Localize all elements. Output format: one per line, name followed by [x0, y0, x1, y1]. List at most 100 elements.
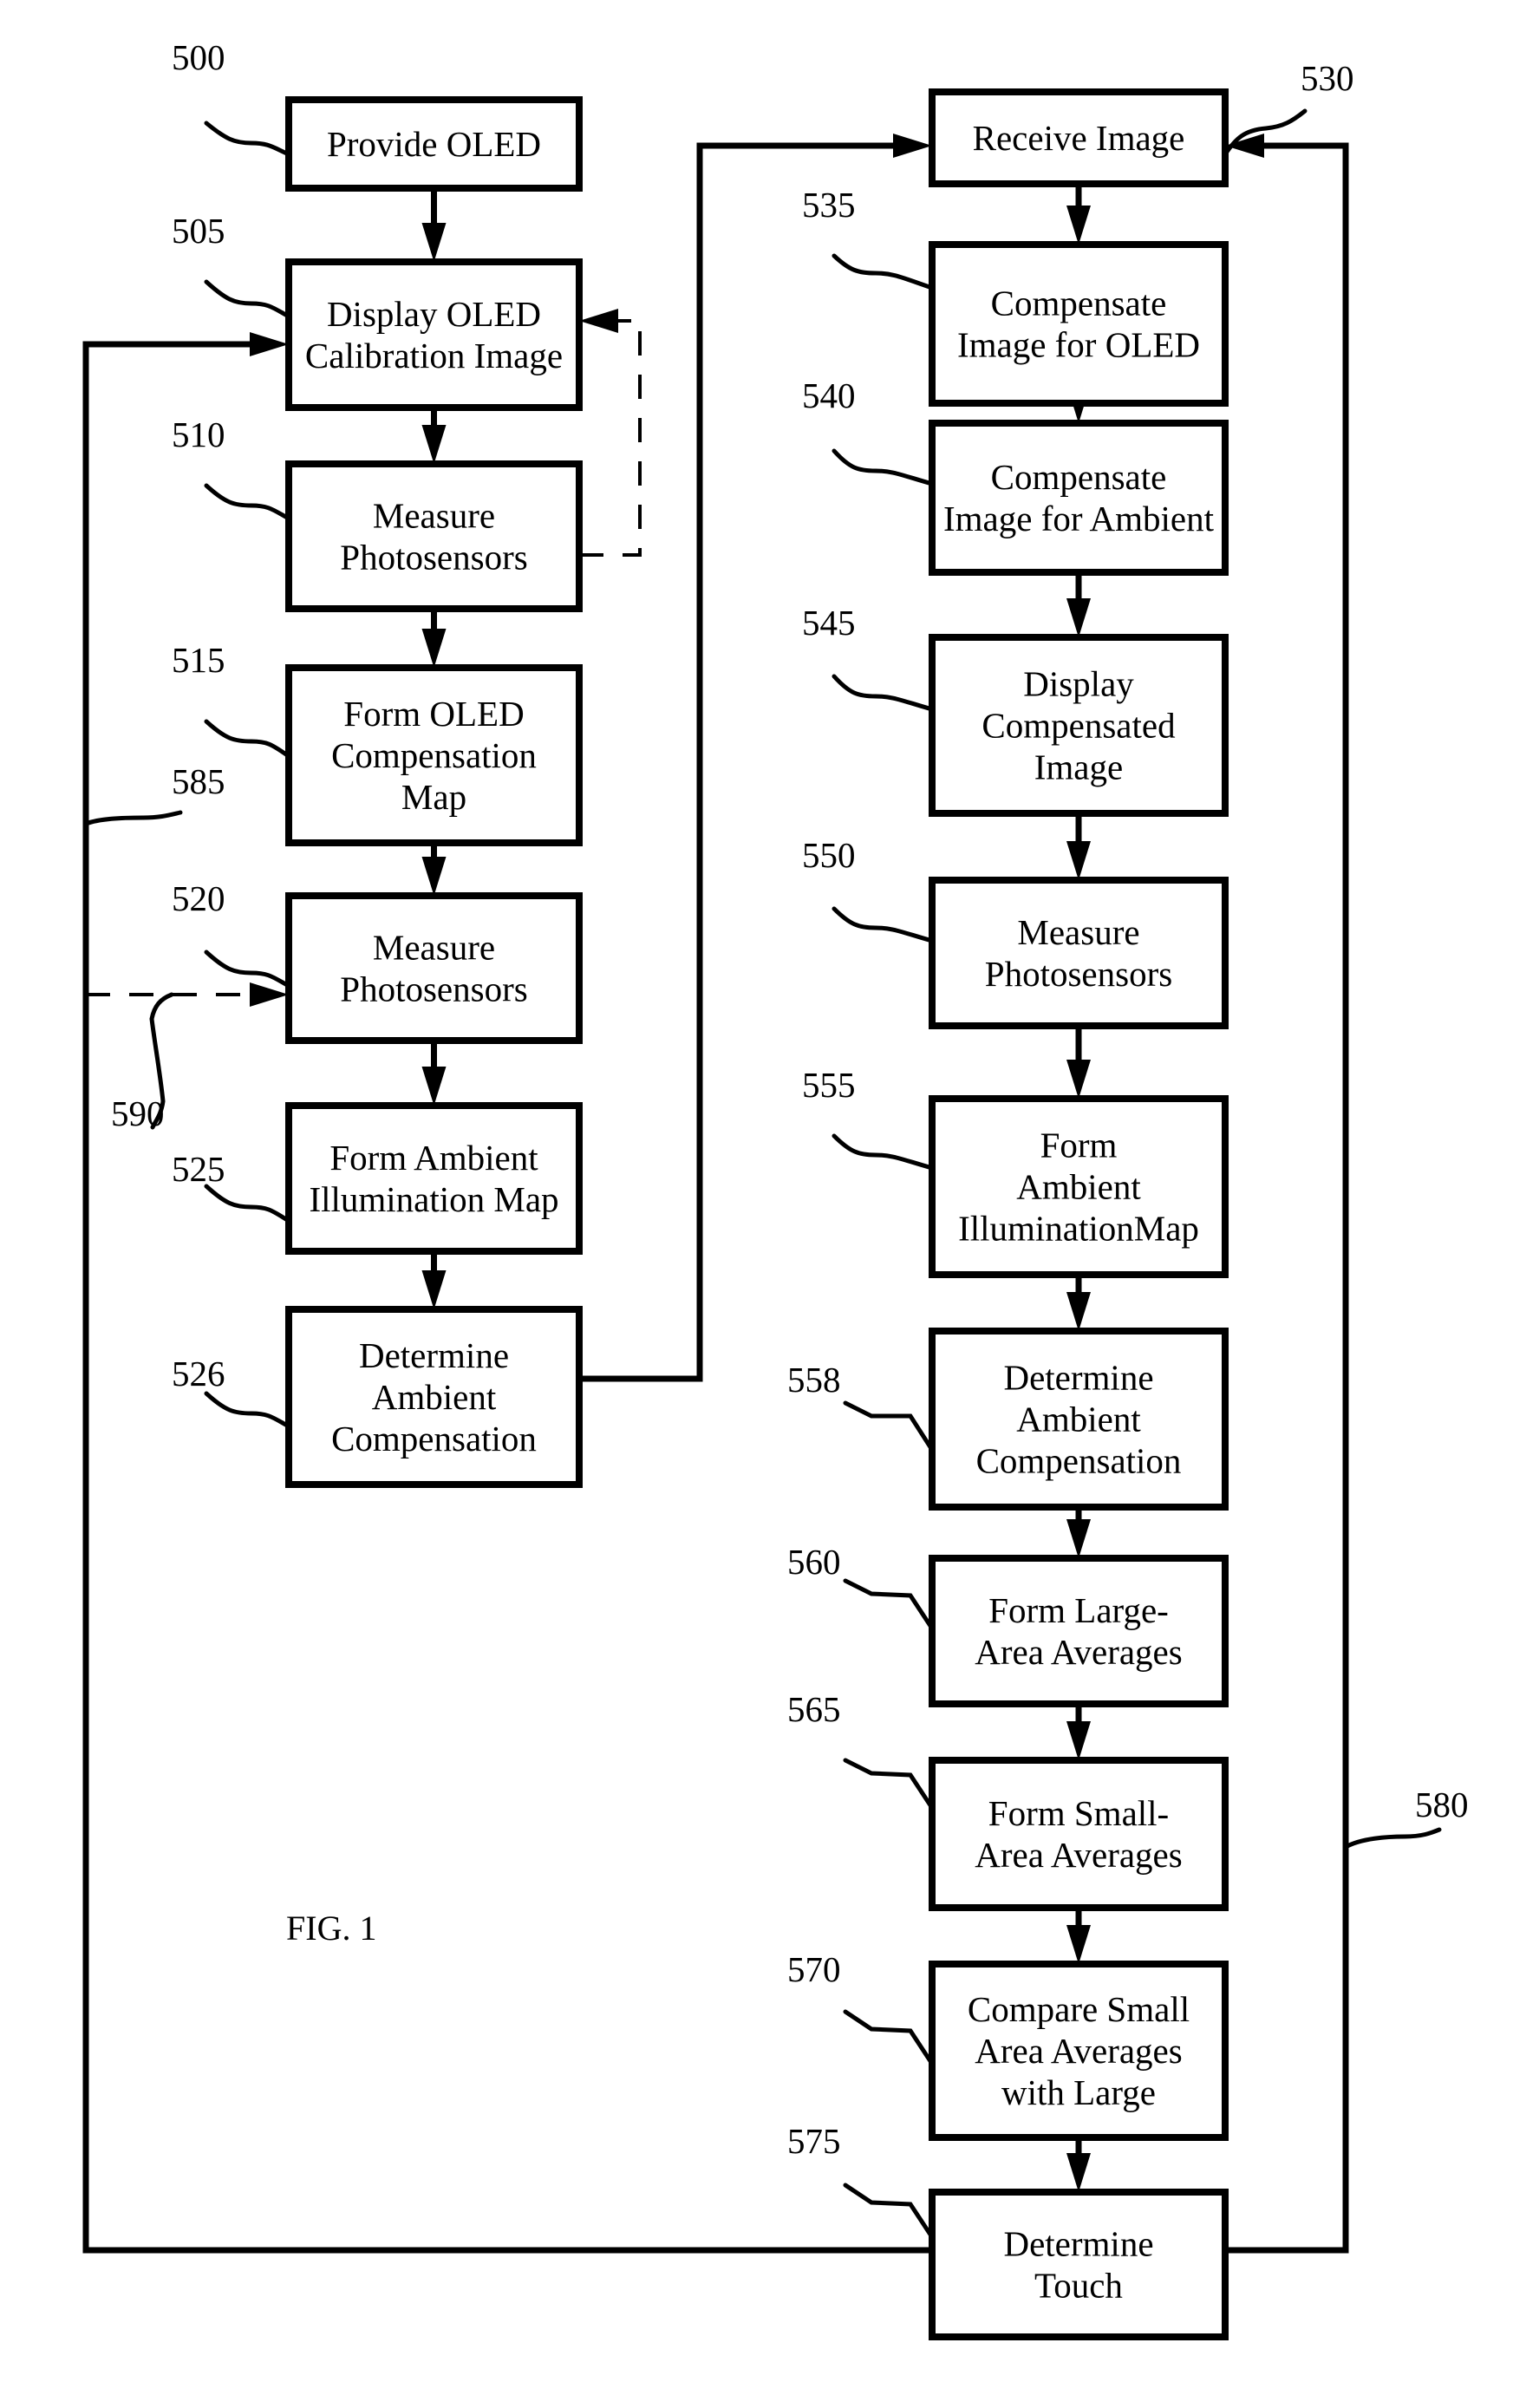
reference-numeral: 580 [1415, 1785, 1469, 1824]
step-label: Illumination Map [309, 1179, 558, 1219]
step-box [285, 258, 583, 411]
leader-line [843, 1400, 935, 1452]
reference-numeral: 575 [787, 2121, 841, 2161]
step-label: IlluminationMap [958, 1209, 1199, 1249]
step-label: Form OLED [343, 694, 524, 734]
step-label: Form Ambient [329, 1138, 538, 1178]
reference-numeral: 526 [172, 1354, 225, 1393]
reference-numeral: 510 [172, 414, 225, 454]
arrowhead-right [893, 134, 932, 158]
step-label: Image [1034, 747, 1123, 787]
ref-540: 540 [802, 375, 935, 486]
leader-line [204, 279, 291, 319]
reference-numeral: 525 [172, 1149, 225, 1189]
ref-580: 580 [1343, 1785, 1469, 1850]
ref-515: 515 [172, 640, 291, 759]
step-box [285, 1102, 583, 1255]
step-label: Compensated [981, 706, 1175, 746]
reference-numeral: 560 [787, 1542, 841, 1582]
step-label: Ambient [372, 1377, 497, 1417]
arrowhead-down [1066, 1292, 1091, 1331]
step-505: Display OLEDCalibration Image [285, 258, 583, 411]
step-label: Photosensors [340, 538, 527, 578]
step-520: MeasurePhotosensors [285, 892, 583, 1044]
arrowhead-down [421, 425, 447, 464]
ref-555: 555 [802, 1065, 935, 1171]
figure-caption: FIG. 1 [286, 1909, 376, 1948]
step-525: Form AmbientIllumination Map [285, 1102, 583, 1255]
arrowhead-down [1066, 598, 1091, 637]
leader-line [83, 810, 183, 826]
dashed-feedback-510-505 [579, 319, 642, 557]
step-box [285, 460, 583, 612]
step-label: Image for OLED [957, 325, 1200, 365]
arrowhead-down [1066, 206, 1091, 245]
step-label: Map [401, 777, 466, 817]
reference-numeral: 515 [172, 640, 225, 680]
step-label: Determine [359, 1335, 509, 1375]
ref-558: 558 [787, 1360, 935, 1452]
ref-525: 525 [172, 1149, 291, 1224]
leader-line [843, 1578, 935, 1631]
leader-line [831, 253, 935, 290]
step-500: Provide OLED [285, 96, 583, 192]
step-label: Form Large- [988, 1590, 1169, 1630]
step-label: Compare Small [968, 1989, 1190, 2029]
step-label: Compensation [331, 735, 537, 775]
reference-numeral: 570 [787, 1949, 841, 1989]
leader-line [204, 949, 291, 989]
reference-numeral: 550 [802, 835, 856, 875]
step-555: FormAmbientIlluminationMap [929, 1095, 1229, 1278]
ref-520: 520 [172, 878, 291, 989]
arrowhead-down [1066, 1925, 1091, 1964]
arrowhead-down [1066, 1721, 1091, 1760]
leader-line [831, 906, 935, 943]
step-label: Display OLED [327, 294, 541, 334]
leader-line [1343, 1827, 1442, 1850]
step-label: Photosensors [340, 969, 527, 1009]
step-label: Provide OLED [327, 124, 541, 164]
ref-560: 560 [787, 1542, 935, 1631]
arrowhead-left [579, 309, 618, 333]
arrowhead-down [1066, 2153, 1091, 2192]
step-label: Image for Ambient [943, 499, 1215, 538]
step-530: Receive Image [929, 88, 1229, 187]
leader-line [204, 1391, 291, 1429]
step-label: Area Averages [975, 1835, 1182, 1875]
reference-numeral: 565 [787, 1689, 841, 1729]
step-570: Compare SmallArea Averageswith Large [929, 1961, 1229, 2141]
arrowhead-down [421, 1067, 447, 1106]
step-label: Ambient [1016, 1400, 1141, 1439]
reference-numeral: 555 [802, 1065, 856, 1105]
step-box [929, 877, 1229, 1029]
leader-line [831, 448, 935, 486]
step-545: DisplayCompensatedImage [929, 634, 1229, 817]
leader-line [204, 719, 291, 759]
step-label: Compensate [991, 457, 1167, 497]
step-label: Measure [373, 496, 495, 536]
step-label: Compensation [331, 1419, 537, 1459]
loop-580-575-530 [1225, 142, 1349, 2254]
ref-510: 510 [172, 414, 291, 521]
step-510: MeasurePhotosensors [285, 460, 583, 612]
step-label: Determine [1003, 2224, 1153, 2264]
leader-line [204, 121, 291, 157]
step-box [929, 241, 1229, 407]
reference-numeral: 585 [172, 761, 225, 801]
leader-line [204, 1184, 291, 1224]
step-label: Area Averages [975, 1632, 1182, 1672]
step-box [285, 892, 583, 1044]
arrowhead-down [421, 857, 447, 896]
step-box [929, 2189, 1229, 2340]
reference-numeral: 500 [172, 37, 225, 77]
step-label: with Large [1001, 2072, 1156, 2112]
ref-575: 575 [787, 2121, 935, 2240]
ref-550: 550 [802, 835, 935, 943]
step-label: Determine [1003, 1358, 1153, 1398]
step-label: Measure [1017, 912, 1139, 952]
ref-590: 590 [111, 992, 174, 1133]
reference-numeral: 545 [802, 603, 856, 643]
step-box [929, 420, 1229, 576]
step-565: Form Small-Area Averages [929, 1757, 1229, 1911]
reference-numeral: 558 [787, 1360, 841, 1400]
